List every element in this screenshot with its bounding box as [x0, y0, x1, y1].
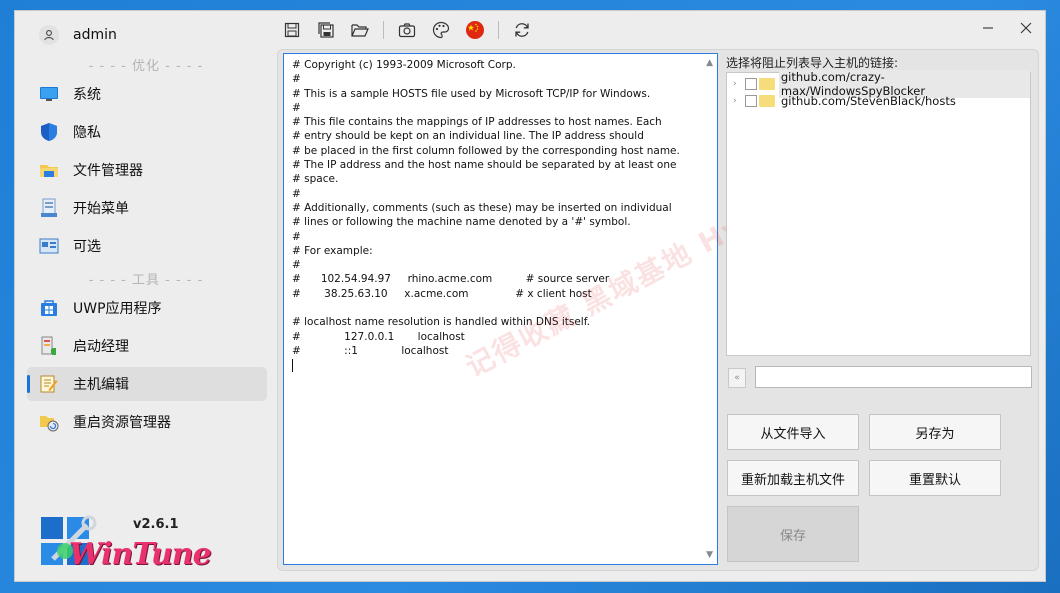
- restart-explorer-icon: [39, 412, 59, 432]
- save-as-button[interactable]: 另存为: [869, 414, 1001, 450]
- sidebar-item-file-manager[interactable]: 文件管理器: [27, 153, 267, 187]
- blocklist-tree[interactable]: › github.com/crazy-max/WindowsSpyBlocker…: [726, 69, 1031, 356]
- monitor-icon: [39, 84, 59, 104]
- edit-icon: [39, 374, 59, 394]
- sidebar-item-label: UWP应用程序: [73, 301, 162, 317]
- checkbox[interactable]: [745, 94, 757, 107]
- sidebar-item-startup[interactable]: 启动经理: [27, 329, 267, 363]
- start-menu-icon: [39, 198, 59, 218]
- refresh-icon[interactable]: [511, 19, 533, 41]
- shield-icon: [39, 122, 59, 142]
- optional-icon: [39, 236, 59, 256]
- import-file-button[interactable]: 从文件导入: [727, 414, 859, 450]
- save-icon[interactable]: [281, 19, 303, 41]
- startup-icon: [39, 336, 59, 356]
- app-window: admin - - - - 优化 - - - - 系统 隐私 文件管理器 开始菜…: [14, 10, 1046, 582]
- minimize-icon[interactable]: [973, 17, 1003, 39]
- section-label-tools: - - - - 工具 - - - -: [88, 273, 204, 288]
- screenshot-icon[interactable]: [396, 19, 418, 41]
- folder-icon: [758, 77, 775, 90]
- china-flag-icon[interactable]: [464, 19, 486, 41]
- expand-icon[interactable]: ›: [733, 96, 743, 106]
- sidebar-item-privacy[interactable]: 隐私: [27, 115, 267, 149]
- main-panel: # Copyright (c) 1993-2009 Microsoft Corp…: [277, 49, 1039, 571]
- filter-toggle-button[interactable]: «: [728, 368, 746, 388]
- checkbox[interactable]: [744, 77, 757, 90]
- section-label-optimize: - - - - 优化 - - - -: [88, 59, 204, 74]
- toolbar-separator: [498, 21, 499, 39]
- sidebar-item-system[interactable]: 系统: [27, 77, 267, 111]
- sidebar-item-hosts-editor[interactable]: 主机编辑: [27, 367, 267, 401]
- sidebar-item-label: 重启资源管理器: [73, 415, 171, 431]
- sidebar-item-start-menu[interactable]: 开始菜单: [27, 191, 267, 225]
- save-button[interactable]: 保存: [727, 506, 859, 562]
- reload-hosts-button[interactable]: 重新加载主机文件: [727, 460, 859, 496]
- sidebar-item-label: 文件管理器: [73, 163, 143, 179]
- user-icon: [39, 25, 59, 45]
- sidebar-item-uwp[interactable]: UWP应用程序: [27, 291, 267, 325]
- tree-item[interactable]: › github.com/crazy-max/WindowsSpyBlocker: [733, 69, 1030, 98]
- folder-icon: [759, 94, 775, 107]
- scroll-down-icon[interactable]: ▼: [706, 548, 713, 562]
- theme-icon[interactable]: [430, 19, 452, 41]
- close-icon[interactable]: [1011, 17, 1041, 39]
- text-caret: [292, 358, 293, 372]
- tree-item[interactable]: › github.com/StevenBlack/hosts: [733, 92, 958, 109]
- blocklist-title: 选择将阻止列表导入主机的链接:: [726, 56, 899, 70]
- toolbar: [281, 17, 545, 43]
- version-label: v2.6.1: [133, 517, 179, 532]
- hosts-editor[interactable]: # Copyright (c) 1993-2009 Microsoft Corp…: [283, 53, 718, 565]
- scroll-up-icon[interactable]: ▲: [706, 56, 713, 70]
- sidebar-item-label: 可选: [73, 239, 101, 255]
- sidebar-item-restart-explorer[interactable]: 重启资源管理器: [27, 405, 267, 439]
- sidebar-item-label: 隐私: [73, 125, 101, 141]
- user-row[interactable]: admin: [39, 25, 117, 45]
- folder-icon: [39, 160, 59, 180]
- expand-icon[interactable]: ›: [733, 79, 743, 89]
- save-all-icon[interactable]: [315, 19, 337, 41]
- open-folder-icon[interactable]: [349, 19, 371, 41]
- sidebar-item-optional[interactable]: 可选: [27, 229, 267, 263]
- reset-default-button[interactable]: 重置默认: [869, 460, 1001, 496]
- logo-text: WinTune: [69, 537, 212, 572]
- hosts-editor-content: # Copyright (c) 1993-2009 Microsoft Corp…: [292, 59, 680, 357]
- sidebar-item-label: 开始菜单: [73, 201, 129, 217]
- sidebar: admin - - - - 优化 - - - - 系统 隐私 文件管理器 开始菜…: [15, 11, 277, 581]
- filter-input[interactable]: [755, 366, 1032, 388]
- sidebar-item-label: 系统: [73, 87, 101, 103]
- app-logo: v2.6.1 WinTune: [39, 511, 212, 573]
- toolbar-separator: [383, 21, 384, 39]
- user-name: admin: [73, 27, 117, 43]
- sidebar-item-label: 主机编辑: [73, 377, 129, 393]
- sidebar-item-label: 启动经理: [73, 339, 129, 355]
- tree-item-label: github.com/StevenBlack/hosts: [781, 93, 956, 108]
- windows-store-icon: [39, 298, 59, 318]
